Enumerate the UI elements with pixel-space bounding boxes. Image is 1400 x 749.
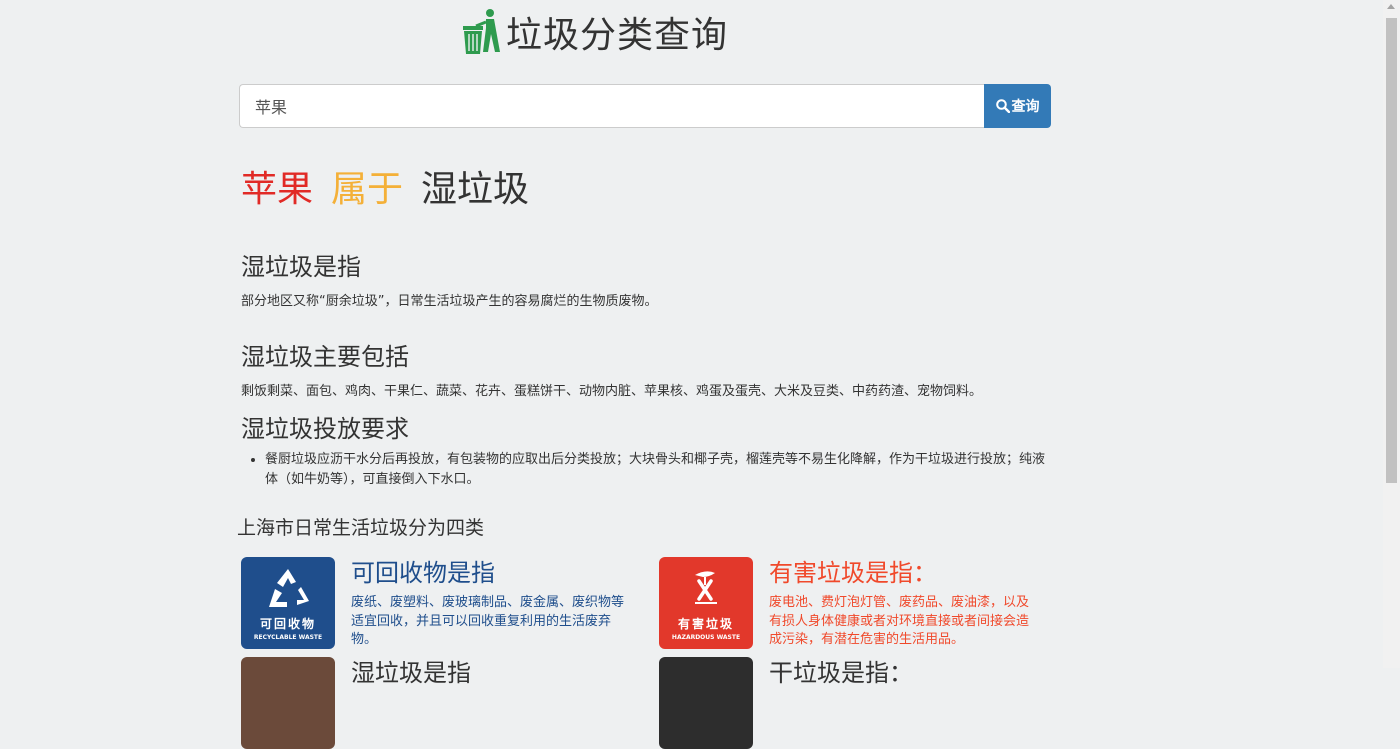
trash-bin-person-icon — [463, 9, 500, 54]
wet-title: 湿垃圾是指 — [351, 659, 471, 687]
search-button-label: 查询 — [1011, 99, 1040, 115]
hazardous-image-cn: 有害垃圾 — [677, 617, 734, 631]
vertical-scrollbar[interactable] — [1383, 0, 1400, 668]
search-icon — [995, 99, 1010, 113]
recyclable-image: 可回收物 RECYCLABLE WASTE — [241, 557, 335, 649]
requirements-list: 餐厨垃圾应沥干水分后再投放，有包装物的应取出后分类投放；大块骨头和椰子壳，榴莲壳… — [241, 450, 1055, 490]
hazardous-title: 有害垃圾是指： — [769, 559, 937, 587]
recyclable-title: 可回收物是指 — [351, 559, 495, 587]
hazardous-desc: 废电池、费灯泡灯管、废药品、废油漆，以及有损人身体健康或者对环境直接或者间接会造… — [769, 595, 1030, 647]
search-button[interactable]: 查询 — [984, 84, 1051, 128]
recyclable-desc: 废纸、废塑料、废玻璃制品、废金属、废织物等适宜回收，并且可以回收重复利用的生活废… — [351, 595, 625, 647]
hazardous-image: 有害垃圾 HAZARDOUS WASTE — [659, 557, 753, 649]
dry-image — [659, 657, 753, 749]
card-dry: 干垃圾是指： — [659, 657, 1059, 749]
result-belongs: 属于 — [331, 169, 404, 210]
shanghai-title: 上海市日常生活垃圾分为四类 — [237, 517, 485, 539]
scrollbar-thumb[interactable] — [1386, 18, 1397, 483]
search-input[interactable] — [239, 84, 984, 128]
hazardous-icon — [695, 571, 717, 604]
recyclable-image-cn: 可回收物 — [259, 617, 316, 631]
includes-text: 剩饭剩菜、面包、鸡肉、干果仁、蔬菜、花卉、蛋糕饼干、动物内脏、苹果核、鸡蛋及蛋壳… — [241, 384, 983, 399]
card-wet: 湿垃圾是指 — [241, 657, 641, 749]
includes-heading: 湿垃圾主要包括 — [241, 343, 409, 371]
requirements-section: 湿垃圾投放要求 餐厨垃圾应沥干水分后再投放，有包装物的应取出后分类投放；大块骨头… — [241, 409, 1055, 490]
definition-heading: 湿垃圾是指 — [241, 253, 361, 281]
dry-title: 干垃圾是指： — [769, 659, 913, 687]
hazardous-image-en: HAZARDOUS WASTE — [671, 634, 741, 641]
recycle-icon — [269, 569, 309, 607]
site-title: 垃圾分类查询 — [506, 15, 729, 56]
card-recyclable: 可回收物 RECYCLABLE WASTE 可回收物是指 废纸、废塑料、废玻璃制… — [241, 557, 641, 650]
scroll-up-arrow-icon[interactable] — [1387, 4, 1395, 9]
result-category: 湿垃圾 — [421, 169, 530, 210]
search-bar: 查询 — [239, 84, 1051, 128]
includes-section: 湿垃圾主要包括 剩饭剩菜、面包、鸡肉、干果仁、蔬菜、花卉、蛋糕饼干、动物内脏、苹… — [241, 337, 982, 399]
definition-section: 湿垃圾是指 部分地区又称“厨余垃圾”，日常生活垃圾产生的容易腐烂的生物质废物。 — [241, 247, 657, 309]
query-result: 苹果 属于 湿垃圾 — [241, 160, 529, 212]
list-item: 餐厨垃圾应沥干水分后再投放，有包装物的应取出后分类投放；大块骨头和椰子壳，榴莲壳… — [265, 450, 1055, 490]
recyclable-image-en: RECYCLABLE WASTE — [253, 634, 323, 641]
result-item: 苹果 — [241, 169, 314, 210]
wet-image — [241, 657, 335, 749]
requirements-heading: 湿垃圾投放要求 — [241, 415, 409, 443]
card-hazardous: 有害垃圾 HAZARDOUS WASTE 有害垃圾是指： 废电池、费灯泡灯管、废… — [659, 557, 1059, 650]
site-header: 垃圾分类查询 — [462, 6, 728, 58]
definition-text: 部分地区又称“厨余垃圾”，日常生活垃圾产生的容易腐烂的生物质废物。 — [241, 294, 658, 309]
